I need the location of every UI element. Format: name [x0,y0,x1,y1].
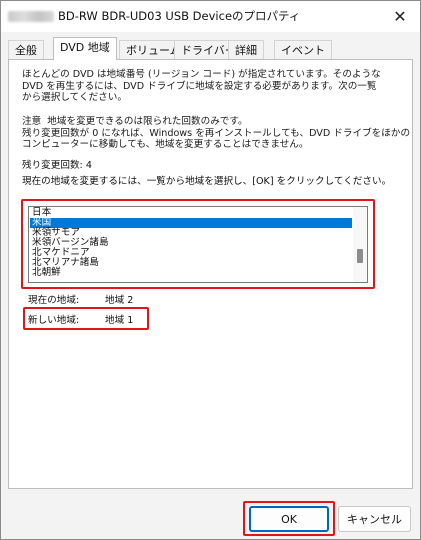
list-scrollbar[interactable] [353,207,367,282]
new-region-label: 新しい地域: [28,315,80,326]
intro-text: ほとんどの DVD は地域番号 (リージョン コード) が指定されています。その… [22,69,381,104]
dvd-region-panel: ほとんどの DVD は地域番号 (リージョン コード) が指定されています。その… [8,59,413,489]
note-text: 注意 地域を変更できるのは限られた回数のみです。 残り変更回数が 0 になれば、… [22,116,411,151]
tab-general[interactable]: 全般 [8,40,44,60]
region-item[interactable]: 北マリアナ諸島 [30,258,352,268]
cancel-button[interactable]: キャンセル [338,506,411,532]
close-button[interactable]: ✕ [380,1,420,32]
instruction-text: 現在の地域を変更するには、一覧から地域を選択し、[OK] をクリックしてください… [22,176,392,187]
tab-strip: 全般 DVD 地域 ボリューム ドライバー 詳細 イベント [8,37,413,60]
blurred-drive-letter [8,11,54,22]
window-title: BD-RW BDR-UD03 USB Deviceのプロパティ [58,9,301,23]
region-item[interactable]: 日本 [30,208,352,218]
region-listbox[interactable]: 日本 米国 米領サモア 米領バージン諸島 北マケドニア 北マリアナ諸島 北朝鮮 [28,206,368,283]
region-list-highlight: 日本 米国 米領サモア 米領バージン諸島 北マケドニア 北マリアナ諸島 北朝鮮 [21,199,375,289]
remaining-changes: 残り変更回数: 4 [22,157,92,171]
title-bar: BD-RW BDR-UD03 USB Deviceのプロパティ ✕ [1,1,420,32]
new-region-value: 地域 1 [105,315,134,326]
current-region-value: 地域 2 [105,295,134,306]
scrollbar-thumb[interactable] [357,249,363,263]
ok-button[interactable]: OK [249,506,329,532]
close-icon: ✕ [393,7,407,26]
remaining-label: 残り変更回数: [22,160,83,171]
properties-dialog: BD-RW BDR-UD03 USB Deviceのプロパティ ✕ 全般 DVD… [0,0,421,540]
tab-dvd-region[interactable]: DVD 地域 [53,37,117,60]
current-region-label: 現在の地域: [28,295,80,306]
tab-details[interactable]: 詳細 [228,40,264,60]
tab-events[interactable]: イベント [274,40,332,60]
remaining-value: 4 [85,160,92,171]
region-item[interactable]: 北朝鮮 [30,268,352,278]
